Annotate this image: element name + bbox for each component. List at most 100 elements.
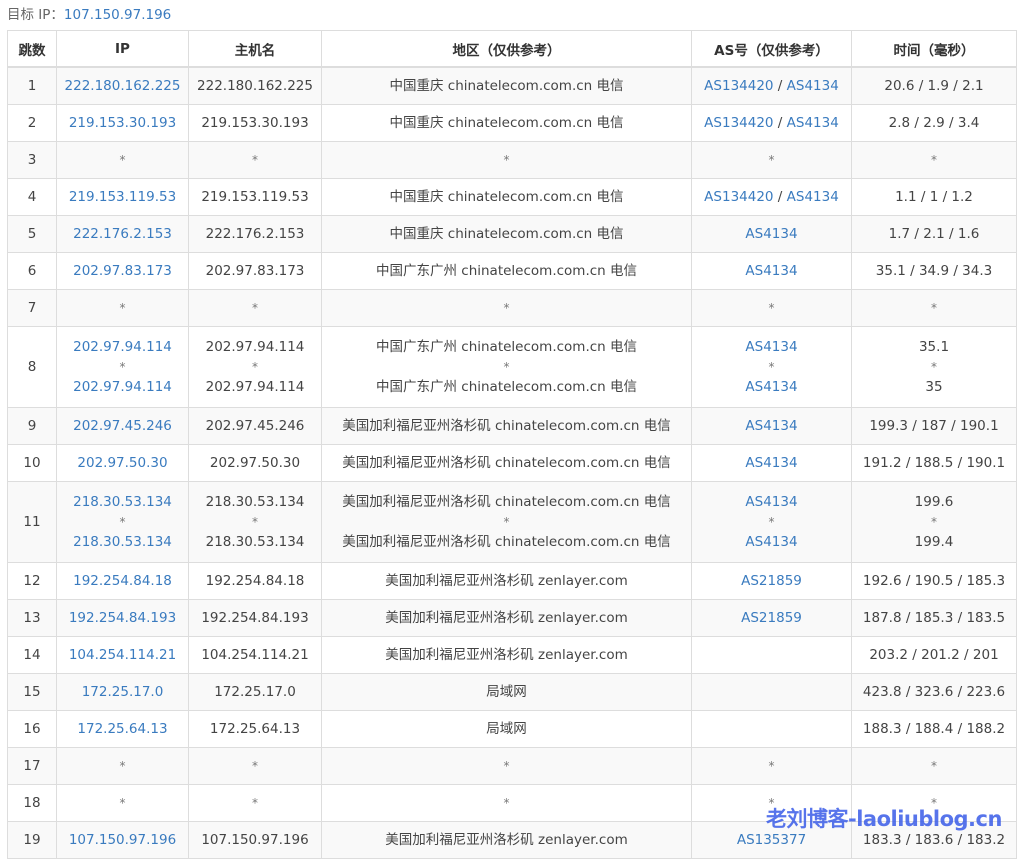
ip-value[interactable]: 202.97.94.114: [61, 337, 184, 357]
asn-link[interactable]: AS134420: [704, 78, 773, 94]
ip-value[interactable]: 172.25.17.0: [61, 683, 184, 701]
table-row: 17 * * * * *: [7, 747, 1017, 785]
asn-link[interactable]: AS4134: [745, 226, 797, 242]
ip-cell: 104.254.114.21: [56, 636, 189, 674]
ip-value[interactable]: 202.97.94.114: [61, 377, 184, 397]
table-row: 3 * * * * *: [7, 141, 1017, 179]
table-row: 6 202.97.83.173 202.97.83.173 中国广东广州 chinat…: [7, 252, 1017, 290]
ip-value[interactable]: 218.30.53.134: [61, 532, 184, 552]
latency-value: 423.8 / 323.6 / 223.6: [862, 684, 1006, 700]
ip-value[interactable]: 222.176.2.153: [61, 225, 184, 243]
hostname-cell: 202.97.50.30: [188, 444, 322, 482]
asn-line: AS4134: [696, 262, 847, 280]
target-ip-value[interactable]: 107.150.97.196: [64, 7, 171, 23]
asn-link[interactable]: AS4134: [787, 115, 839, 131]
hop-cell: 10: [7, 444, 57, 482]
region-value: 局域网: [486, 684, 527, 700]
timeout-marker: *: [119, 759, 126, 773]
ip-cell: 202.97.45.246: [56, 407, 189, 445]
hostname-value: 222.180.162.225: [197, 78, 313, 94]
timeout-marker: *: [931, 759, 937, 773]
ip-cell: 192.254.84.193: [56, 599, 189, 637]
hostname-cell: *: [188, 141, 322, 179]
ip-value[interactable]: 107.150.97.196: [61, 831, 184, 849]
ip-cell: 202.97.94.114 * 202.97.94.114: [56, 326, 189, 408]
ip-cell: 192.254.84.18: [56, 562, 189, 600]
region-cell: 美国加利福尼亚州洛杉矶 zenlayer.com: [321, 821, 692, 859]
ip-cell: *: [56, 784, 189, 822]
asn-link[interactable]: AS4134: [787, 78, 839, 94]
asn-cell: AS4134: [691, 444, 852, 482]
latency-value: 188.3 / 188.4 / 188.2: [862, 721, 1006, 737]
timeout-marker: *: [252, 360, 258, 374]
latency-value: 199.4: [914, 534, 954, 550]
ip-value[interactable]: 202.97.45.246: [61, 417, 184, 435]
asn-link[interactable]: AS4134: [745, 455, 797, 471]
ip-value[interactable]: 192.254.84.193: [61, 609, 184, 627]
region-cell: 中国重庆 chinatelecom.com.cn 电信: [321, 66, 692, 105]
region-cell: 美国加利福尼亚州洛杉矶 zenlayer.com: [321, 599, 692, 637]
latency-value: 35.1 / 34.9 / 34.3: [875, 263, 993, 279]
asn-link[interactable]: AS4134: [745, 339, 797, 355]
ip-value[interactable]: 104.254.114.21: [61, 646, 184, 664]
asn-cell: AS4134: [691, 215, 852, 253]
ip-cell: 202.97.83.173: [56, 252, 189, 290]
ip-value[interactable]: 218.30.53.134: [61, 492, 184, 512]
asn-link[interactable]: AS134420: [704, 189, 773, 205]
latency-value: 2.8 / 2.9 / 3.4: [888, 115, 980, 131]
region-cell: 美国加利福尼亚州洛杉矶 chinatelecom.com.cn 电信: [321, 444, 692, 482]
timeout-marker: *: [252, 796, 258, 810]
asn-line: [696, 646, 847, 664]
hostname-cell: 222.180.162.225: [188, 66, 322, 105]
asn-line: [696, 683, 847, 701]
ip-cell: 218.30.53.134 * 218.30.53.134: [56, 481, 189, 563]
hop-cell: 8: [7, 326, 57, 408]
latency-cell: *: [851, 141, 1017, 179]
latency-cell: *: [851, 289, 1017, 327]
asn-link[interactable]: AS21859: [741, 610, 802, 626]
asn-cell: *: [691, 289, 852, 327]
region-cell: 中国重庆 chinatelecom.com.cn 电信: [321, 104, 692, 142]
hop-cell: 18: [7, 784, 57, 822]
asn-link[interactable]: AS135377: [737, 832, 806, 848]
latency-cell: *: [851, 747, 1017, 785]
region-value: 美国加利福尼亚州洛杉矶 chinatelecom.com.cn 电信: [342, 455, 671, 471]
hostname-cell: *: [188, 747, 322, 785]
ip-value[interactable]: 172.25.64.13: [61, 720, 184, 738]
timeout-marker: *: [503, 515, 510, 529]
asn-link[interactable]: AS4134: [745, 494, 797, 510]
ip-cell: 222.176.2.153: [56, 215, 189, 253]
asn-line: AS135377: [696, 831, 847, 849]
asn-link[interactable]: AS21859: [741, 573, 802, 589]
hostname-cell: 192.254.84.18: [188, 562, 322, 600]
region-cell: 中国广东广州 chinatelecom.com.cn 电信: [321, 252, 692, 290]
ip-value[interactable]: 202.97.50.30: [61, 454, 184, 472]
ip-value[interactable]: 222.180.162.225: [61, 77, 184, 95]
ip-value[interactable]: 219.153.119.53: [61, 188, 184, 206]
timeout-marker: *: [768, 515, 775, 529]
asn-separator: /: [773, 78, 787, 94]
asn-link[interactable]: AS4134: [745, 379, 797, 395]
asn-link[interactable]: AS134420: [704, 115, 773, 131]
asn-link[interactable]: AS4134: [745, 534, 797, 550]
timeout-marker: *: [252, 153, 258, 167]
latency-cell: 192.6 / 190.5 / 185.3: [851, 562, 1017, 600]
ip-value[interactable]: 192.254.84.18: [61, 572, 184, 590]
asn-line: *: [696, 512, 847, 532]
ip-value[interactable]: 202.97.83.173: [61, 262, 184, 280]
region-cell: 局域网: [321, 673, 692, 711]
region-value: 中国重庆 chinatelecom.com.cn 电信: [389, 115, 624, 131]
ip-value[interactable]: 219.153.30.193: [61, 114, 184, 132]
asn-link[interactable]: AS4134: [787, 189, 839, 205]
header-asn: AS号（仅供参考）: [691, 30, 852, 68]
asn-cell: AS135377: [691, 821, 852, 859]
asn-link[interactable]: AS4134: [745, 263, 797, 279]
hostname-value: 107.150.97.196: [201, 832, 309, 848]
latency-cell: 199.3 / 187 / 190.1: [851, 407, 1017, 445]
region-cell: 中国广东广州 chinatelecom.com.cn 电信 * 中国广东广州 chi…: [321, 326, 692, 408]
asn-link[interactable]: AS4134: [745, 418, 797, 434]
timeout-marker: *: [931, 153, 937, 167]
timeout-marker: *: [252, 301, 258, 315]
ip-cell: 172.25.17.0: [56, 673, 189, 711]
region-value: 局域网: [486, 721, 527, 737]
